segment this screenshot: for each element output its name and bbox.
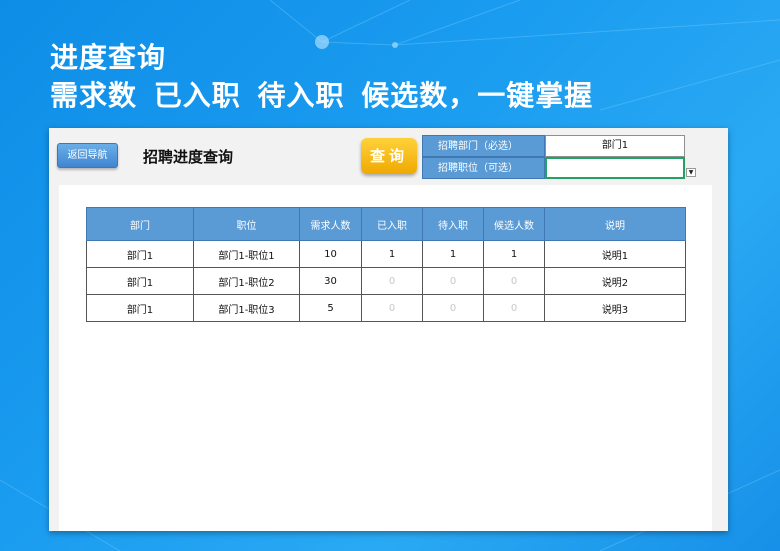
cell-candidates[interactable]: 0 bbox=[483, 294, 545, 322]
filter-label-department: 招聘部门（必选） bbox=[422, 135, 545, 157]
progress-table: 部门 职位 需求人数 已入职 待入职 候选人数 说明 部门1 部门1-职位1 1… bbox=[86, 207, 686, 322]
spreadsheet-panel: 返回导航 招聘进度查询 查询 招聘部门（必选） 部门1 招聘职位（可选） ▼ 部… bbox=[49, 128, 728, 531]
header-hired: 已入职 bbox=[361, 207, 423, 241]
header-department: 部门 bbox=[86, 207, 194, 241]
dropdown-arrow-icon[interactable]: ▼ bbox=[686, 168, 696, 177]
cell-candidates[interactable]: 0 bbox=[483, 267, 545, 295]
cell-demand[interactable]: 10 bbox=[299, 240, 362, 268]
back-to-nav-button[interactable]: 返回导航 bbox=[57, 143, 118, 168]
cell-candidates[interactable]: 1 bbox=[483, 240, 545, 268]
cell-position[interactable]: 部门1-职位2 bbox=[193, 267, 300, 295]
filter-label-position: 招聘职位（可选） bbox=[422, 157, 545, 179]
cell-pending[interactable]: 0 bbox=[422, 294, 484, 322]
cell-hired[interactable]: 0 bbox=[361, 294, 423, 322]
cell-department[interactable]: 部门1 bbox=[86, 294, 194, 322]
filter-panel: 招聘部门（必选） 部门1 招聘职位（可选） bbox=[422, 135, 685, 179]
cell-hired[interactable]: 1 bbox=[361, 240, 423, 268]
header-demand: 需求人数 bbox=[299, 207, 362, 241]
table-row: 部门1 部门1-职位3 5 0 0 0 说明3 bbox=[86, 294, 686, 322]
page-title: 招聘进度查询 bbox=[143, 148, 234, 166]
header-note: 说明 bbox=[544, 207, 686, 241]
cell-department[interactable]: 部门1 bbox=[86, 267, 194, 295]
cell-note[interactable]: 说明2 bbox=[544, 267, 686, 295]
header-position: 职位 bbox=[193, 207, 300, 241]
cell-pending[interactable]: 0 bbox=[422, 267, 484, 295]
cell-department[interactable]: 部门1 bbox=[86, 240, 194, 268]
filter-row-position: 招聘职位（可选） bbox=[422, 157, 685, 179]
cell-position[interactable]: 部门1-职位3 bbox=[193, 294, 300, 322]
table-row: 部门1 部门1-职位2 30 0 0 0 说明2 bbox=[86, 267, 686, 295]
cell-demand[interactable]: 5 bbox=[299, 294, 362, 322]
table-header-row: 部门 职位 需求人数 已入职 待入职 候选人数 说明 bbox=[86, 207, 686, 241]
cell-note[interactable]: 说明3 bbox=[544, 294, 686, 322]
position-select[interactable] bbox=[545, 157, 685, 179]
cell-position[interactable]: 部门1-职位1 bbox=[193, 240, 300, 268]
header-pending: 待入职 bbox=[422, 207, 484, 241]
cell-demand[interactable]: 30 bbox=[299, 267, 362, 295]
filter-row-department: 招聘部门（必选） 部门1 bbox=[422, 135, 685, 157]
banner-title: 进度查询 bbox=[50, 41, 167, 74]
cell-hired[interactable]: 0 bbox=[361, 267, 423, 295]
department-select[interactable]: 部门1 bbox=[545, 135, 685, 157]
query-button[interactable]: 查询 bbox=[361, 138, 417, 174]
cell-note[interactable]: 说明1 bbox=[544, 240, 686, 268]
cell-pending[interactable]: 1 bbox=[422, 240, 484, 268]
banner-subtitle: 需求数 已入职 待入职 候选数，一键掌握 bbox=[50, 79, 594, 112]
table-row: 部门1 部门1-职位1 10 1 1 1 说明1 bbox=[86, 240, 686, 268]
header-candidates: 候选人数 bbox=[483, 207, 545, 241]
